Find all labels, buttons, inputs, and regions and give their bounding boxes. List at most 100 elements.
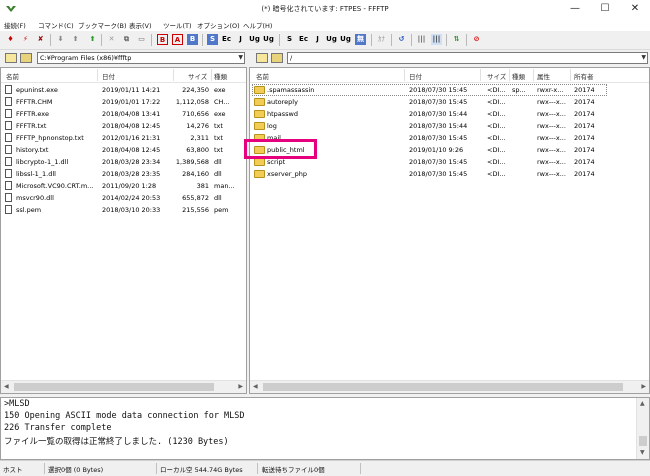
remote-open-folder-icon[interactable] [271, 53, 283, 63]
remote-file-row[interactable]: .spamassassin 2018/07/30 15:45 <DI... sp...… [250, 84, 649, 96]
scroll-up-icon[interactable]: ▲ [640, 400, 645, 407]
local-file-list[interactable]: 名前 日付 サイズ 種類 epuninst.exe 2019/01/11 14:2… [0, 67, 247, 394]
download-icon[interactable]: ⬇ [55, 34, 66, 45]
local-file-row[interactable]: msvcr90.dll 2014/02/24 20:53 655,872 dll [1, 192, 246, 204]
local-file-row[interactable]: ssl.pem 2018/03/10 20:33 215,556 pem [1, 204, 246, 216]
maximize-button[interactable]: ☐ [590, 0, 620, 18]
local-jis-icon[interactable]: J [235, 34, 246, 45]
detail-view-icon[interactable]: ||| [431, 34, 442, 45]
remote-file-row[interactable]: htpasswd 2018/07/30 15:44 <DI... rwx---x...… [250, 108, 649, 120]
remote-col-name[interactable]: 名前 [256, 71, 269, 81]
column-divider [173, 69, 174, 81]
remote-col-type[interactable]: 種類 [512, 71, 525, 81]
local-file-row[interactable]: epuninst.exe 2019/01/11 14:21 224,350 exe [1, 84, 246, 96]
log-panel[interactable]: >MLSD 150 Opening ASCII mode data connec… [0, 397, 650, 460]
file-date: 2018/03/28 23:34 [102, 158, 161, 166]
local-col-date[interactable]: 日付 [102, 71, 115, 81]
kana-conversion-icon[interactable]: ｶﾅ [376, 34, 387, 45]
remote-file-row[interactable]: autoreply 2018/07/30 15:45 <DI... rwx---x..… [250, 96, 649, 108]
scroll-down-icon[interactable]: ▼ [640, 449, 645, 456]
log-vertical-scrollbar[interactable]: ▲ ▼ [636, 398, 649, 459]
local-col-type[interactable]: 種類 [214, 71, 227, 81]
menu-connect[interactable]: 接続(F) [4, 20, 26, 30]
mkdir-icon[interactable]: ▭ [136, 34, 147, 45]
file-size: 215,556 [182, 206, 209, 214]
local-folder-up-icon[interactable] [5, 53, 17, 63]
local-file-row[interactable]: history.txt 2018/04/08 12:45 63,800 txt [1, 144, 246, 156]
scroll-right-icon[interactable]: ▶ [641, 383, 646, 390]
quick-connect-icon[interactable]: ⚡ [20, 34, 31, 45]
scroll-right-icon[interactable]: ▶ [238, 383, 243, 390]
file-date: 2019/01/01 17:22 [102, 98, 161, 106]
no-conversion-icon[interactable]: 無 [355, 34, 366, 45]
close-window-button[interactable]: ✕ [620, 0, 650, 18]
remote-utf8-icon[interactable]: Ug [326, 34, 337, 45]
minimize-button[interactable]: — [560, 0, 590, 18]
abort-icon[interactable]: ⊘ [471, 34, 482, 45]
remote-col-attr[interactable]: 属性 [537, 71, 550, 81]
remote-col-date[interactable]: 日付 [409, 71, 422, 81]
remote-path-input[interactable]: / ▼ [287, 52, 648, 64]
folder-icon [254, 158, 265, 166]
folder-owner: 20174 [574, 134, 595, 142]
rename-icon[interactable]: ⧉ [121, 34, 132, 45]
menu-options[interactable]: オプション(O) [197, 20, 240, 30]
delete-icon[interactable]: ✕ [106, 34, 117, 45]
menu-command[interactable]: コマンド(C) [38, 20, 74, 30]
menu-bookmark[interactable]: ブックマーク(B) [78, 20, 127, 30]
local-euc-icon[interactable]: Ec [221, 34, 232, 45]
local-utf8-icon[interactable]: Ug [249, 34, 260, 45]
remote-file-row[interactable]: log 2018/07/30 15:44 <DI... rwx---x... 20174 [250, 120, 649, 132]
remote-folder-up-icon[interactable] [256, 53, 268, 63]
file-icon [5, 85, 12, 94]
folder-owner: 20174 [574, 98, 595, 106]
column-divider [211, 69, 212, 81]
sync-icon[interactable]: ⇅ [451, 34, 462, 45]
local-sjis-icon[interactable]: S [207, 34, 218, 45]
menu-tools[interactable]: ツール(T) [163, 20, 192, 30]
file-icon [5, 205, 12, 214]
remote-col-owner[interactable]: 所有者 [574, 71, 594, 81]
local-file-row[interactable]: libssl-1_1.dll 2018/03/28 23:35 284,160 dll [1, 168, 246, 180]
refresh-icon[interactable]: ↺ [396, 34, 407, 45]
chevron-down-icon[interactable]: ▼ [238, 53, 243, 63]
scroll-left-icon[interactable]: ◀ [4, 383, 9, 390]
local-col-size[interactable]: サイズ [188, 71, 207, 81]
binary-mode-icon[interactable]: B [157, 34, 168, 45]
local-file-row[interactable]: FFFTR.CHM 2019/01/01 17:22 1,112,058 CH... [1, 96, 246, 108]
remote-col-size[interactable]: サイズ [487, 71, 506, 81]
local-col-name[interactable]: 名前 [6, 71, 19, 81]
scroll-left-icon[interactable]: ◀ [253, 383, 258, 390]
column-divider [97, 69, 98, 81]
chevron-down-icon[interactable]: ▼ [641, 53, 646, 63]
scroll-thumb[interactable] [263, 383, 623, 391]
remote-utf8bom-icon[interactable]: Ug [340, 34, 351, 45]
disconnect-icon[interactable]: ✘ [35, 34, 46, 45]
local-open-folder-icon[interactable] [20, 53, 32, 63]
remote-sjis-icon[interactable]: S [284, 34, 295, 45]
upload-icon[interactable]: ⬆ [70, 34, 81, 45]
ascii-mode-icon[interactable]: A [172, 34, 183, 45]
menu-view[interactable]: 表示(V) [129, 20, 152, 30]
remote-euc-icon[interactable]: Ec [298, 34, 309, 45]
local-file-row[interactable]: FFFTP_hpnonstop.txt 2012/01/16 21:31 2,311… [1, 132, 246, 144]
menu-help[interactable]: ヘルプ(H) [243, 20, 272, 30]
remote-horizontal-scrollbar[interactable]: ◀ ▶ [250, 380, 649, 393]
scroll-thumb[interactable] [639, 436, 647, 446]
remote-jis-icon[interactable]: J [312, 34, 323, 45]
local-path-input[interactable]: C:¥Program Files (x86)¥ffftp ▼ [37, 52, 245, 64]
local-file-row[interactable]: FFFTR.txt 2018/04/08 12:45 14,276 txt [1, 120, 246, 132]
local-file-row[interactable]: FFFTR.exe 2018/04/08 13:41 710,656 exe [1, 108, 246, 120]
list-view-icon[interactable]: ||| [416, 34, 427, 45]
local-file-row[interactable]: libcrypto-1_1.dll 2018/03/28 23:34 1,389,5… [1, 156, 246, 168]
local-file-row[interactable]: Microsoft.VC90.CRT.m... 2011/09/20 1:28 38… [1, 180, 246, 192]
local-horizontal-scrollbar[interactable]: ◀ ▶ [1, 380, 246, 393]
remote-file-list[interactable]: 名前 日付 サイズ 種類 属性 所有者 .spamassassin 2018/07… [249, 67, 650, 394]
local-utf8bom-icon[interactable]: Ug [263, 34, 274, 45]
parent-directory-icon[interactable]: ⬆ [87, 34, 98, 45]
file-date: 2018/04/08 12:45 [102, 122, 161, 130]
remote-file-row[interactable]: xserver_php 2018/07/30 15:45 <DI... rwx---x… [250, 168, 649, 180]
scroll-thumb[interactable] [14, 383, 214, 391]
connect-icon[interactable]: ♦ [5, 34, 16, 45]
auto-mode-icon[interactable]: B [187, 34, 198, 45]
